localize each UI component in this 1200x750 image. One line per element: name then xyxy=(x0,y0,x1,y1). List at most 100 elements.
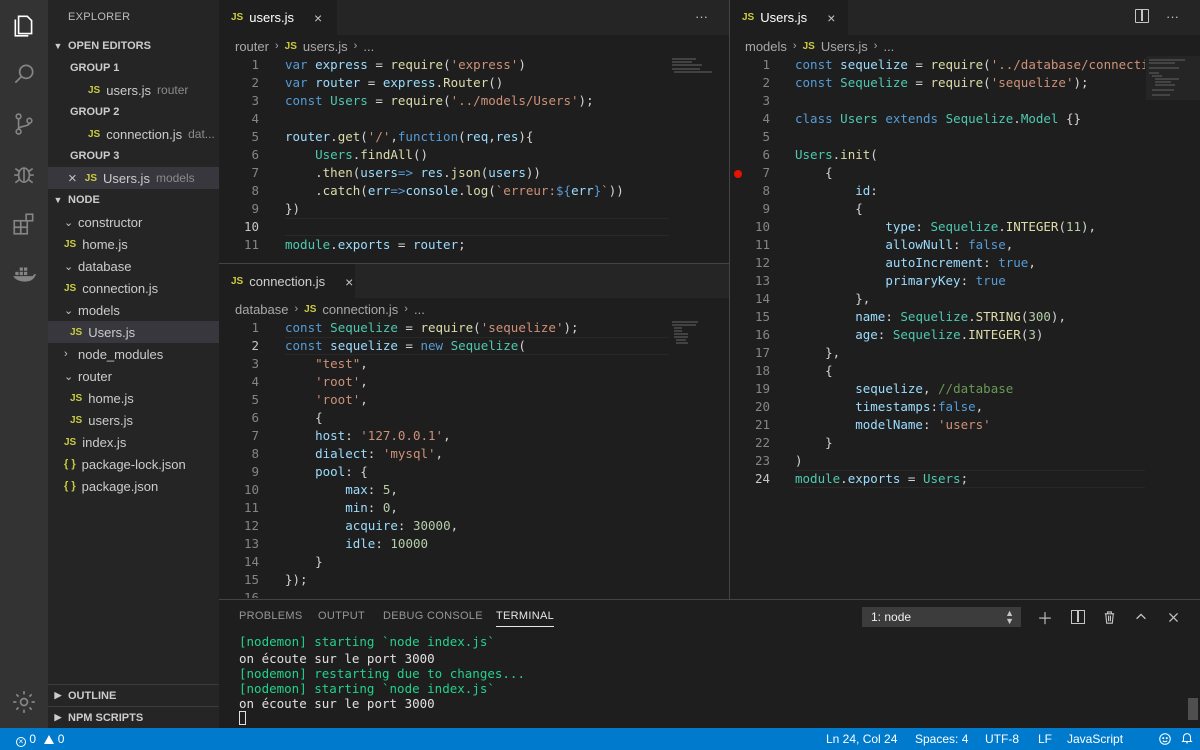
indentation[interactable]: Spaces: 4 xyxy=(915,732,968,746)
tab-terminal[interactable]: TERMINAL xyxy=(496,610,555,627)
editor3-code[interactable]: 1 const sequelize = require('../database/… xyxy=(730,56,1145,596)
open-editor-item[interactable]: JS users.js router xyxy=(48,79,219,101)
terminal-line: [nodemon] starting `node index.js` xyxy=(239,681,495,696)
new-terminal-icon[interactable]: ＋ xyxy=(1036,608,1054,628)
debug-icon[interactable] xyxy=(0,150,48,198)
editor2-minimap[interactable] xyxy=(670,319,715,353)
group-label: GROUP 1 xyxy=(70,62,120,74)
source-control-icon[interactable] xyxy=(0,100,48,148)
editor1-code[interactable]: 1 var express = require('express') 2 var r… xyxy=(219,56,729,262)
tab-Users-js[interactable]: JS Users.js × xyxy=(730,0,848,35)
open-editors-section[interactable]: ▼ OPEN EDITORS xyxy=(48,35,219,57)
close-icon[interactable]: × xyxy=(827,10,835,26)
cursor-position[interactable]: Ln 24, Col 24 xyxy=(826,732,897,746)
close-icon[interactable]: × xyxy=(68,170,77,187)
line-ending[interactable]: LF xyxy=(1038,732,1052,746)
language-mode[interactable]: JavaScript xyxy=(1067,732,1123,746)
error-count: 0 xyxy=(29,732,37,746)
close-icon[interactable]: × xyxy=(314,10,322,26)
tree-file[interactable]: JS index.js xyxy=(48,431,219,453)
tab-users-js[interactable]: JS users.js × xyxy=(219,0,337,35)
encoding[interactable]: UTF-8 xyxy=(985,732,1019,746)
tree-item-label: package.json xyxy=(81,478,159,494)
tree-file[interactable]: { } package-lock.json xyxy=(48,453,219,475)
breadcrumb-folder[interactable]: models xyxy=(745,39,787,54)
breadcrumb[interactable]: router › JS users.js › ... xyxy=(235,35,374,57)
js-file-icon: JS xyxy=(802,40,815,52)
close-panel-icon[interactable] xyxy=(1164,608,1182,626)
js-file-icon: JS xyxy=(88,84,101,96)
search-icon[interactable] xyxy=(0,50,48,98)
npm-scripts-section[interactable]: ▶ NPM SCRIPTS xyxy=(48,706,219,728)
tab-debug-console[interactable]: DEBUG CONSOLE xyxy=(383,610,483,622)
tab-label: connection.js xyxy=(249,274,326,289)
terminal-select[interactable]: 1: node ▲ ▼ xyxy=(862,607,1021,627)
breadcrumb-folder[interactable]: database xyxy=(235,302,289,317)
terminal-scrollbar[interactable] xyxy=(1188,698,1198,720)
more-actions-icon[interactable]: ··· xyxy=(695,9,708,24)
tab-label: Users.js xyxy=(760,10,808,25)
tab-problems[interactable]: PROBLEMS xyxy=(239,610,303,622)
tree-folder[interactable]: › node_modules xyxy=(48,343,219,365)
editor3-minimap[interactable] xyxy=(1146,56,1200,100)
outline-section[interactable]: ▶ OUTLINE xyxy=(48,684,219,706)
tree-item-label: router xyxy=(78,368,112,384)
breadcrumb-more[interactable]: ... xyxy=(363,39,374,54)
dropdown-arrows-icon: ▲ ▼ xyxy=(1005,608,1014,626)
split-editor-icon[interactable] xyxy=(1135,9,1149,23)
tree-file[interactable]: JS users.js xyxy=(48,409,219,431)
split-terminal-icon[interactable] xyxy=(1069,608,1087,626)
warning-icon xyxy=(44,735,55,744)
feedback-icon[interactable] xyxy=(1158,732,1172,749)
open-editor-item[interactable]: JS connection.js dat... xyxy=(48,123,219,145)
terminal-line: on écoute sur le port 3000 xyxy=(239,696,435,711)
close-icon[interactable]: × xyxy=(345,274,353,290)
breadcrumb-folder[interactable]: router xyxy=(235,39,269,54)
tree-folder[interactable]: ⌄ constructor xyxy=(48,211,219,233)
more-actions-icon[interactable]: ··· xyxy=(1166,9,1179,24)
group-label: GROUP 2 xyxy=(70,106,120,118)
tree-file[interactable]: JS home.js xyxy=(48,233,219,255)
chevron-right-icon: › xyxy=(274,40,279,52)
settings-gear-icon[interactable] xyxy=(0,678,48,726)
docker-icon[interactable] xyxy=(0,250,48,298)
tree-folder[interactable]: ⌄ models xyxy=(48,299,219,321)
js-file-icon: JS xyxy=(70,326,83,338)
tree-folder[interactable]: ⌄ database xyxy=(48,255,219,277)
tree-item-label: Users.js xyxy=(88,324,136,340)
project-label: NODE xyxy=(68,194,100,206)
breadcrumb-file[interactable]: Users.js xyxy=(821,39,868,54)
editor1-minimap[interactable] xyxy=(670,56,715,76)
terminal-cursor xyxy=(239,711,246,725)
breadcrumb-more[interactable]: ... xyxy=(414,302,425,317)
editor2-code[interactable]: 1 const Sequelize = require('sequelize');… xyxy=(219,319,729,598)
breadcrumb-file[interactable]: connection.js xyxy=(322,302,398,317)
notifications-bell-icon[interactable] xyxy=(1180,731,1194,748)
tree-item-label: index.js xyxy=(82,434,127,450)
tree-file[interactable]: JS home.js xyxy=(48,387,219,409)
tab-connection-js[interactable]: JS connection.js × xyxy=(219,264,355,299)
breadcrumb-more[interactable]: ... xyxy=(883,39,894,54)
outline-label: OUTLINE xyxy=(68,689,117,702)
breadcrumb[interactable]: models › JS Users.js › ... xyxy=(745,35,894,57)
trash-icon[interactable] xyxy=(1100,608,1118,626)
js-file-icon: JS xyxy=(88,128,101,140)
breadcrumb-file[interactable]: users.js xyxy=(303,39,348,54)
js-file-icon: JS xyxy=(304,303,317,315)
tree-file[interactable]: { } package.json xyxy=(48,475,219,497)
tree-file[interactable]: JS connection.js xyxy=(48,277,219,299)
open-editor-filename: connection.js xyxy=(106,126,183,142)
open-editor-item-selected[interactable]: × JS Users.js models xyxy=(48,167,219,189)
tree-item-label: node_modules xyxy=(78,346,164,362)
js-file-icon: JS xyxy=(70,392,83,404)
explorer-icon[interactable] xyxy=(0,2,48,50)
problems-status[interactable]: × 0 0 xyxy=(16,732,64,747)
extensions-icon[interactable] xyxy=(0,200,48,248)
tree-file-selected[interactable]: JS Users.js xyxy=(48,321,219,343)
maximize-panel-icon[interactable] xyxy=(1132,608,1150,626)
tree-item-label: models xyxy=(78,302,120,318)
breadcrumb[interactable]: database › JS connection.js › ... xyxy=(235,298,425,320)
project-section[interactable]: ▼ NODE xyxy=(48,189,219,211)
tab-output[interactable]: OUTPUT xyxy=(318,610,365,622)
tree-folder[interactable]: ⌄ router xyxy=(48,365,219,387)
